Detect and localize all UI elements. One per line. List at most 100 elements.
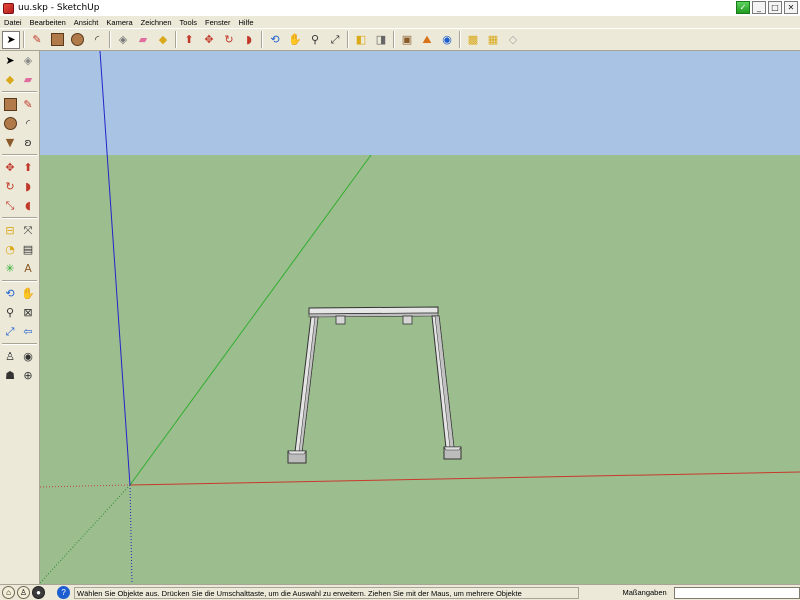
toolbar-separator (261, 31, 263, 48)
move-icon[interactable]: ✥ (1, 159, 19, 177)
make-component-icon[interactable]: ◈ (19, 52, 37, 70)
freehand-icon[interactable]: ʚ (19, 134, 37, 152)
toolbar-separator (2, 91, 37, 93)
rotate-icon[interactable]: ↻ (220, 31, 238, 49)
line-icon[interactable]: ✎ (19, 96, 37, 114)
top-beam-underside (308, 312, 439, 318)
orbit-icon[interactable]: ⟲ (1, 285, 19, 303)
look-around-icon[interactable]: ◉ (19, 348, 37, 366)
section-plane-icon[interactable]: ⊕ (19, 367, 37, 385)
menu-edit[interactable]: Bearbeiten (26, 18, 70, 27)
instructor-help-icon[interactable]: ? (57, 586, 71, 599)
rectangle-icon[interactable] (1, 96, 19, 114)
google-earth-icon[interactable]: ⛰ (418, 31, 436, 49)
zoom-extents-icon[interactable]: ⤢ (326, 31, 344, 49)
next-view-icon[interactable]: ◨ (372, 31, 390, 49)
tape-measure-icon[interactable]: ⊟ (1, 222, 19, 240)
zoom-icon[interactable]: ⚲ (1, 304, 19, 322)
toolbar-separator (2, 280, 37, 282)
offset-icon[interactable]: ◖ (19, 197, 37, 215)
move-icon[interactable]: ✥ (200, 31, 218, 49)
push-pull-icon[interactable]: ⬆ (180, 31, 198, 49)
protractor-icon[interactable]: ◔ (1, 241, 19, 259)
maximize-button[interactable]: □ (768, 1, 782, 14)
bracket-right (402, 315, 413, 325)
bracket-left (335, 315, 346, 325)
rotate-icon[interactable]: ↻ (1, 178, 19, 196)
arc-icon[interactable]: ◜ (88, 31, 106, 49)
credits-icon[interactable]: ♙ (17, 586, 30, 599)
previous-view-icon[interactable]: ⇦ (19, 323, 37, 341)
menu-window[interactable]: Fenster (201, 18, 234, 27)
menu-draw[interactable]: Zeichnen (137, 18, 176, 27)
left-base-top (287, 450, 307, 455)
share-component-icon[interactable]: ◇ (504, 31, 522, 49)
sketchup-app-icon (3, 2, 14, 14)
measurements-label: Maßangaben (622, 588, 667, 597)
text-icon[interactable]: ▤ (19, 241, 37, 259)
modeling-viewport[interactable] (40, 51, 800, 584)
title-bar: uu.skp - SketchUp ✓ _ □ ✕ (0, 0, 800, 16)
pencil-icon[interactable]: ✎ (28, 31, 46, 49)
zoom-icon[interactable]: ⚲ (306, 31, 324, 49)
share-model-icon[interactable]: ▩ (464, 31, 482, 49)
previous-view-icon[interactable]: ◧ (352, 31, 370, 49)
sketchup-window: uu.skp - SketchUp ✓ _ □ ✕ Datei Bearbeit… (0, 0, 800, 600)
rectangle-icon[interactable] (48, 31, 66, 49)
status-icons: ⌂ ♙ ● (0, 586, 57, 599)
dimension-icon[interactable]: ⤧ (19, 222, 37, 240)
toolbar-separator (109, 31, 111, 48)
window-controls: ✓ _ □ ✕ (736, 1, 798, 14)
follow-me-icon[interactable]: ◗ (19, 178, 37, 196)
polygon-icon[interactable]: ▼ (1, 134, 19, 152)
arc-icon[interactable]: ◜ (19, 115, 37, 133)
circle-icon[interactable] (68, 31, 86, 49)
toolbar-separator (23, 31, 25, 48)
toolbar-separator (175, 31, 177, 48)
right-base-top (443, 446, 462, 451)
toolbar-separator (2, 343, 37, 345)
menu-camera[interactable]: Kamera (102, 18, 136, 27)
select-icon[interactable]: ➤ (2, 30, 20, 49)
menu-bar: Datei Bearbeiten Ansicht Kamera Zeichnen… (0, 16, 800, 28)
walk-icon[interactable]: ☗ (1, 367, 19, 385)
eraser-icon[interactable]: ▰ (134, 31, 152, 49)
close-button[interactable]: ✕ (784, 1, 798, 14)
get-models-icon[interactable]: ▦ (484, 31, 502, 49)
3d-text-icon[interactable]: A (19, 260, 37, 278)
measurements-input[interactable] (673, 586, 800, 599)
axes-icon[interactable]: ✳ (1, 260, 19, 278)
scene-canvas[interactable] (40, 51, 800, 584)
make-component-icon[interactable]: ◈ (114, 31, 132, 49)
eraser-icon[interactable]: ▰ (19, 71, 37, 89)
scale-icon[interactable]: ⤡ (1, 197, 19, 215)
orbit-icon[interactable]: ⟲ (266, 31, 284, 49)
toolbar-separator (459, 31, 461, 48)
menu-file[interactable]: Datei (0, 18, 26, 27)
select-icon[interactable]: ➤ (1, 52, 19, 70)
follow-me-icon[interactable]: ◗ (240, 31, 258, 49)
3d-warehouse-icon[interactable]: ◉ (438, 31, 456, 49)
zoom-extents-icon[interactable]: ⤢ (1, 323, 19, 341)
paint-bucket-icon[interactable]: ◆ (1, 71, 19, 89)
toolbar-separator (347, 31, 349, 48)
menu-view[interactable]: Ansicht (70, 18, 103, 27)
toolbar-separator (2, 154, 37, 156)
status-message: Wählen Sie Objekte aus. Drücken Sie die … (74, 586, 580, 599)
geolocation-icon[interactable]: ⌂ (2, 586, 15, 599)
menu-help[interactable]: Hilfe (234, 18, 257, 27)
paint-bucket-icon[interactable]: ◆ (154, 31, 172, 49)
minimize-button[interactable]: _ (752, 1, 766, 14)
add-location-icon[interactable]: ▣ (398, 31, 416, 49)
push-pull-icon[interactable]: ⬆ (19, 159, 37, 177)
circle-icon[interactable] (1, 115, 19, 133)
ground (40, 155, 800, 584)
pan-icon[interactable]: ✋ (19, 285, 37, 303)
zoom-window-icon[interactable]: ⊠ (19, 304, 37, 322)
user-icon[interactable]: ● (32, 586, 45, 599)
pan-icon[interactable]: ✋ (286, 31, 304, 49)
toolbar-separator (393, 31, 395, 48)
menu-tools[interactable]: Tools (176, 18, 202, 27)
position-camera-icon[interactable]: ♙ (1, 348, 19, 366)
sky (40, 51, 800, 155)
